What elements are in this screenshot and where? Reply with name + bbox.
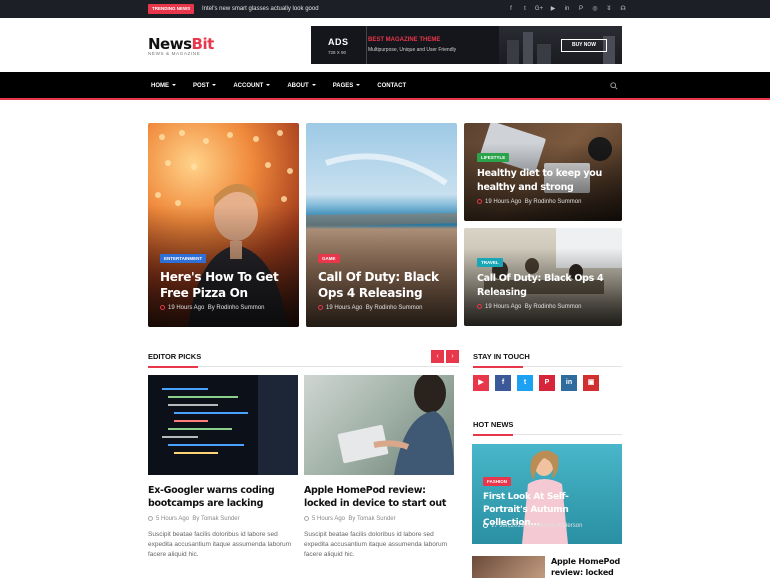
category-badge[interactable]: TRAVEL [477, 258, 503, 267]
hot-news-meta: 17 Jun,2019 By Jammy Anderson [483, 523, 582, 529]
hero-card-lifestyle[interactable]: LIFESTYLE Healthy diet to keep you healt… [464, 123, 622, 221]
hero-title[interactable]: Healthy diet to keep you healthy and str… [477, 167, 607, 195]
nav-contact[interactable]: CONTACT [377, 72, 406, 100]
hero-card-travel[interactable]: TRAVEL Call Of Duty: Black Ops 4 Releasi… [464, 228, 622, 326]
clock-icon [477, 199, 482, 204]
site-logo[interactable]: NewsBit [148, 36, 214, 52]
top-social-links: f t G+ ▶ in P ◎ ʬ ☊ [506, 3, 628, 15]
ad-banner[interactable]: ADS 728 X 90 BEST MAGAZINE THEME Multipu… [311, 26, 622, 64]
pinterest-icon[interactable]: P [539, 375, 555, 391]
hero-title[interactable]: Call Of Duty: Black Ops 4 Releasing [477, 272, 607, 300]
clock-icon [148, 516, 153, 521]
prev-arrow-button[interactable]: ‹ [431, 350, 444, 363]
trending-headline[interactable]: Intel's new smart glasses actually look … [202, 4, 319, 14]
chevron-down-icon [212, 84, 217, 87]
chevron-down-icon [266, 84, 271, 87]
nav-account-label: ACCOUNT [233, 83, 264, 89]
pick-image-tablet[interactable] [304, 375, 454, 475]
ad-description: Multipurpose, Unique and User Friendly [368, 47, 457, 53]
pick-meta: 5 Hours Ago By Tomak Sunder [148, 516, 240, 522]
hero-meta: 19 Hours Ago By Rodinho Summon [318, 305, 422, 311]
next-arrow-button[interactable]: › [446, 350, 459, 363]
hot-news-feature-card[interactable]: FASHION First Look At Self-Portrait's Au… [472, 444, 622, 544]
stay-in-touch-heading: STAY IN TOUCH [473, 352, 530, 361]
editor-picks-heading: EDITOR PICKS [148, 352, 202, 361]
clock-icon [318, 305, 323, 310]
pick-meta: 5 Hours Ago By Tomak Sunder [304, 516, 396, 522]
ad-size: 728 X 90 [328, 50, 347, 55]
hot-news-thumb[interactable] [472, 556, 545, 578]
pick-image-code[interactable] [148, 375, 298, 475]
hero-title[interactable]: Call Of Duty: Black Ops 4 Releasing [318, 269, 448, 301]
ad-heading: BEST MAGAZINE THEME [368, 37, 441, 43]
category-badge[interactable]: ENTERTAINMENT [160, 254, 207, 263]
buy-now-button[interactable]: BUY NOW [561, 39, 607, 52]
linkedin-icon[interactable]: in [561, 375, 577, 391]
nav-about[interactable]: ABOUT [287, 72, 316, 100]
pinterest-icon[interactable]: P [576, 3, 586, 15]
category-badge[interactable]: GAME [318, 254, 340, 263]
facebook-icon[interactable]: f [506, 3, 516, 15]
pick-excerpt: Suscipit beatae facilis doloribus id lab… [148, 531, 292, 558]
main-nav: HOME POST ACCOUNT ABOUT PAGES CONTACT [0, 72, 770, 100]
dribbble-icon[interactable]: ◎ [590, 3, 600, 15]
search-icon[interactable] [610, 82, 618, 90]
twitter-icon[interactable]: t [517, 375, 533, 391]
linkedin-icon[interactable]: in [562, 3, 572, 15]
youtube-play-icon[interactable]: ▣ [583, 375, 599, 391]
hero-meta: 19 Hours Ago By Rodinho Summon [477, 199, 581, 205]
ad-label-box: ADS 728 X 90 [311, 26, 367, 64]
hero-card-entertainment[interactable]: ENTERTAINMENT Here's How To Get Free Piz… [148, 123, 299, 327]
hero-title[interactable]: Here's How To Get Free Pizza On [160, 269, 290, 301]
category-badge[interactable]: LIFESTYLE [477, 153, 510, 162]
nav-home[interactable]: HOME [151, 72, 176, 100]
nav-pages-label: PAGES [332, 83, 354, 89]
nav-post[interactable]: POST [193, 72, 217, 100]
category-badge[interactable]: FASHION [483, 477, 512, 486]
trending-badge: TRENDING NEWS [148, 4, 195, 14]
nav-account[interactable]: ACCOUNT [233, 72, 271, 100]
nav-post-label: POST [193, 83, 210, 89]
hero-card-game[interactable]: GAME Call Of Duty: Black Ops 4 Releasing… [306, 123, 457, 327]
chevron-down-icon [172, 84, 176, 87]
github-icon[interactable]: ʬ [604, 3, 614, 15]
hot-news-small-title[interactable]: Apple HomePod review: locked in [551, 556, 623, 578]
chevron-down-icon [311, 84, 316, 87]
clock-icon [304, 516, 309, 521]
pick-title[interactable]: Apple HomePod review: locked in device t… [304, 484, 456, 510]
tablet-photo-image [337, 375, 454, 475]
youtube-icon[interactable]: ▶ [473, 375, 489, 391]
pick-title[interactable]: Ex-Googler warns coding bootcamps are la… [148, 484, 298, 510]
youtube-icon[interactable]: ▶ [548, 3, 558, 15]
clock-icon [477, 304, 482, 309]
logo-tagline: NEWS & MAGAZINE [148, 51, 201, 56]
facebook-icon[interactable]: f [495, 375, 511, 391]
nav-home-label: HOME [151, 83, 169, 89]
hero-meta: 19 Hours Ago By Rodinho Summon [477, 304, 581, 310]
code-screen-image [148, 375, 298, 475]
nav-pages[interactable]: PAGES [333, 72, 361, 100]
reddit-icon[interactable]: ☊ [618, 3, 628, 15]
chevron-down-icon [356, 84, 361, 87]
nav-contact-label: CONTACT [377, 83, 407, 89]
clock-icon [483, 523, 488, 528]
ad-title: ADS [328, 37, 349, 47]
nav-about-label: ABOUT [287, 83, 309, 89]
hot-news-heading: HOT NEWS [473, 420, 514, 429]
twitter-icon[interactable]: t [520, 3, 530, 15]
pick-excerpt: Suscipit beatae facilis doloribus id lab… [304, 531, 448, 558]
clock-icon [160, 305, 165, 310]
top-bar: TRENDING NEWS Intel's new smart glasses … [0, 0, 770, 18]
hero-meta: 19 Hours Ago By Rodinho Summon [160, 305, 264, 311]
google-plus-icon[interactable]: G+ [534, 3, 544, 15]
